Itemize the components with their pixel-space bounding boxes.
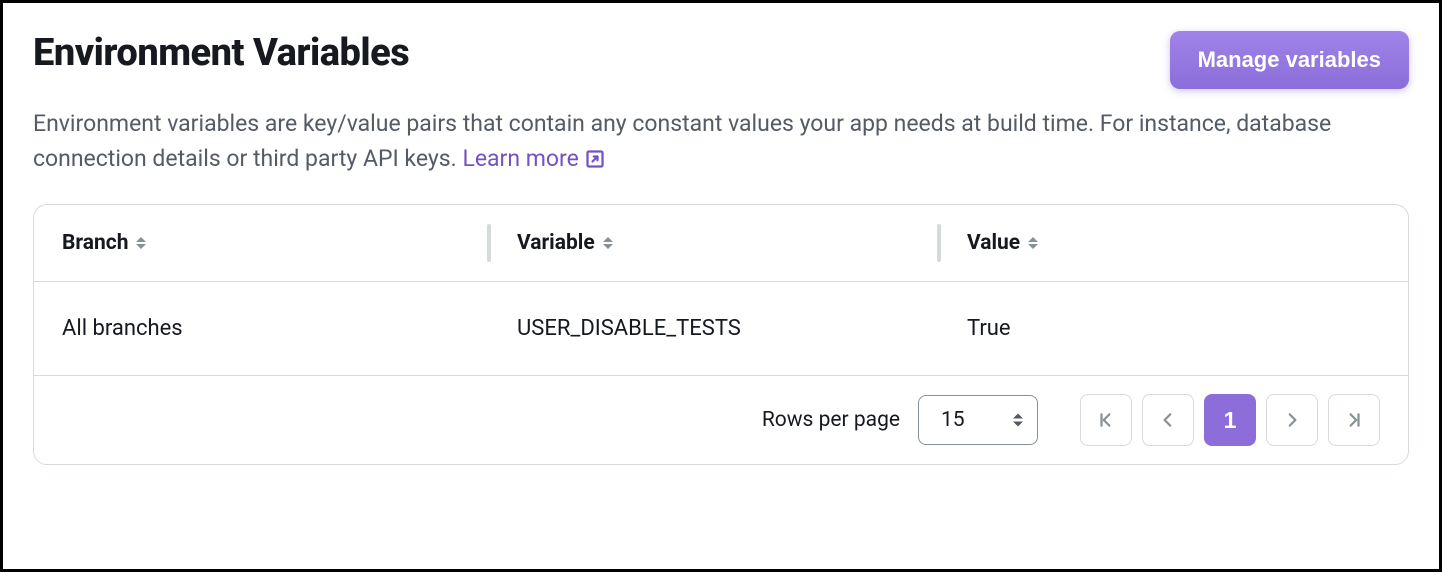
pagination-next-button[interactable] <box>1266 394 1318 446</box>
column-header-variable[interactable]: Variable <box>489 205 939 281</box>
column-header-label: Value <box>967 231 1020 255</box>
rows-per-page-label: Rows per page <box>762 408 900 432</box>
env-variables-table: Branch Variable Value <box>33 204 1409 465</box>
table-header-row: Branch Variable Value <box>34 205 1408 282</box>
pagination-last-button[interactable] <box>1328 394 1380 446</box>
column-header-label: Variable <box>517 231 595 255</box>
chevron-first-icon <box>1097 411 1115 429</box>
cell-branch: All branches <box>34 282 489 375</box>
chevron-left-icon <box>1159 411 1177 429</box>
sort-icon <box>1028 234 1042 252</box>
pagination-prev-button[interactable] <box>1142 394 1194 446</box>
pagination-controls: 1 <box>1080 394 1380 446</box>
cell-value: True <box>939 282 1408 375</box>
pagination-first-button[interactable] <box>1080 394 1132 446</box>
chevron-last-icon <box>1345 411 1363 429</box>
rows-per-page-select[interactable]: 15 <box>918 395 1038 445</box>
sort-icon <box>136 234 150 252</box>
table-row: All branches USER_DISABLE_TESTS True <box>34 282 1408 376</box>
column-header-label: Branch <box>62 231 128 255</box>
external-link-icon <box>585 149 605 169</box>
description-text: Environment variables are key/value pair… <box>33 107 1409 176</box>
column-header-value[interactable]: Value <box>939 205 1408 281</box>
cell-variable: USER_DISABLE_TESTS <box>489 282 939 375</box>
manage-variables-button[interactable]: Manage variables <box>1170 31 1409 89</box>
pagination-page-1[interactable]: 1 <box>1204 394 1256 446</box>
description-body: Environment variables are key/value pair… <box>33 110 1331 172</box>
chevron-right-icon <box>1283 411 1301 429</box>
rows-per-page-value: 15 <box>941 408 965 432</box>
table-footer: Rows per page 15 <box>34 376 1408 464</box>
page-title: Environment Variables <box>33 31 409 75</box>
select-arrows-icon <box>1013 414 1023 427</box>
sort-icon <box>603 234 617 252</box>
learn-more-link[interactable]: Learn more <box>462 142 604 177</box>
column-header-branch[interactable]: Branch <box>34 205 489 281</box>
